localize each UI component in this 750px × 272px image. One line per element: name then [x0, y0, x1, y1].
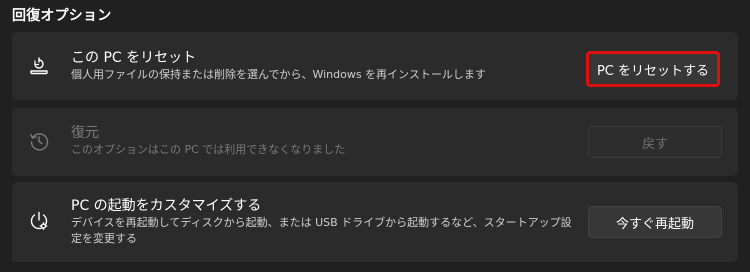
restart-now-button[interactable]: 今すぐ再起動	[588, 206, 722, 238]
reset-pc-text: この PC をリセット 個人用ファイルの保持または削除を選んでから、Window…	[71, 49, 486, 83]
restore-card: 復元 このオプションはこの PC では利用できなくなりました 戻す	[12, 108, 738, 176]
advanced-startup-text: PC の起動をカスタマイズする デバイスを再起動してディスクから起動、または U…	[71, 197, 581, 247]
reset-pc-icon	[28, 55, 50, 77]
history-icon	[28, 130, 50, 152]
restore-button: 戻す	[588, 126, 722, 158]
advanced-startup-description: デバイスを再起動してディスクから起動、または USB ドライブから起動するなど、…	[71, 216, 572, 245]
restore-description: このオプションはこの PC では利用できなくなりました	[71, 143, 346, 156]
power-settings-icon	[28, 210, 50, 232]
recovery-settings-page: 回復オプション この PC をリセット 個人用ファイルの保持または削除を選んでか…	[0, 0, 750, 272]
reset-pc-title: この PC をリセット	[71, 50, 197, 66]
section-title: 回復オプション	[12, 8, 112, 24]
reset-pc-card: この PC をリセット 個人用ファイルの保持または削除を選んでから、Window…	[12, 32, 738, 100]
advanced-startup-title: PC の起動をカスタマイズする	[71, 198, 262, 214]
restore-text: 復元 このオプションはこの PC では利用できなくなりました	[71, 124, 345, 158]
reset-pc-description: 個人用ファイルの保持または削除を選んでから、Windows を再インストールしま…	[71, 68, 486, 81]
restore-title: 復元	[71, 125, 99, 141]
advanced-startup-card: PC の起動をカスタマイズする デバイスを再起動してディスクから起動、または U…	[12, 182, 738, 262]
reset-pc-button[interactable]: PC をリセットする	[586, 51, 720, 87]
